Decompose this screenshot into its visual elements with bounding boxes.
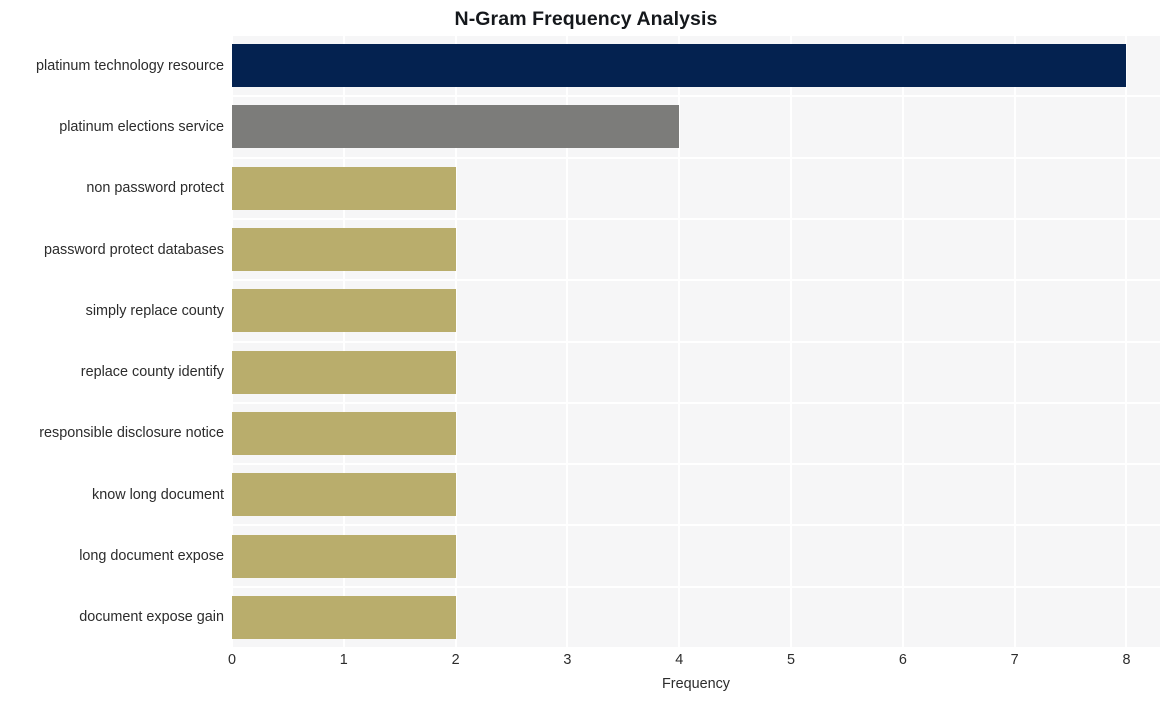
gridline-horizontal	[232, 647, 1160, 648]
bar[interactable]	[232, 105, 680, 149]
x-axis-tick: 1	[339, 652, 348, 668]
x-axis-tick: 0	[227, 652, 237, 668]
y-axis-label: replace county identify	[80, 364, 224, 381]
bar[interactable]	[232, 411, 456, 455]
bar[interactable]	[232, 289, 456, 333]
y-axis-label: long document expose	[79, 548, 224, 565]
x-axis-tick: 5	[787, 652, 796, 668]
y-axis-label: document expose gain	[79, 609, 224, 626]
y-axis-label: know long document	[92, 486, 224, 503]
bar[interactable]	[232, 166, 456, 210]
x-axis-tick: 4	[675, 652, 684, 668]
gridline-horizontal	[232, 524, 1160, 527]
gridline-horizontal	[232, 156, 1160, 159]
y-axis-label: simply replace county	[85, 302, 224, 319]
x-axis-tick: 3	[563, 652, 572, 668]
gridline-horizontal	[232, 217, 1160, 220]
gridline-horizontal	[232, 95, 1160, 98]
y-axis-category-labels: platinum technology resource platinum ele…	[0, 35, 224, 648]
bar[interactable]	[232, 595, 456, 639]
plot-area	[232, 35, 1160, 648]
y-axis-label: password protect databases	[44, 241, 224, 258]
bar[interactable]	[232, 228, 456, 272]
bar[interactable]	[232, 350, 456, 394]
x-axis-tick: 7	[1010, 652, 1019, 668]
chart-title: N-Gram Frequency Analysis	[454, 8, 718, 30]
gridline-horizontal	[232, 463, 1160, 466]
x-axis-tick: 6	[898, 652, 907, 668]
x-axis-title: Frequency	[662, 676, 730, 692]
y-axis-label: platinum elections service	[59, 118, 224, 135]
x-axis-tick: 8	[1122, 652, 1131, 668]
bar[interactable]	[232, 44, 1127, 88]
y-axis-label: non password protect	[86, 180, 224, 197]
gridline-horizontal	[232, 35, 1160, 36]
x-axis-tick-labels: 0 1 2 3 4 5 6 7 8	[228, 650, 1160, 672]
gridline-horizontal	[232, 340, 1160, 343]
ngram-frequency-chart: N-Gram Frequency Analysis platinum techn…	[0, 0, 1172, 701]
gridline-horizontal	[232, 401, 1160, 404]
x-axis-tick: 2	[451, 652, 460, 668]
y-axis-label: responsible disclosure notice	[39, 425, 224, 442]
gridline-horizontal	[232, 279, 1160, 282]
bar[interactable]	[232, 473, 456, 517]
gridline-horizontal	[232, 585, 1160, 588]
y-axis-label: platinum technology resource	[36, 57, 224, 74]
bar[interactable]	[232, 534, 456, 578]
